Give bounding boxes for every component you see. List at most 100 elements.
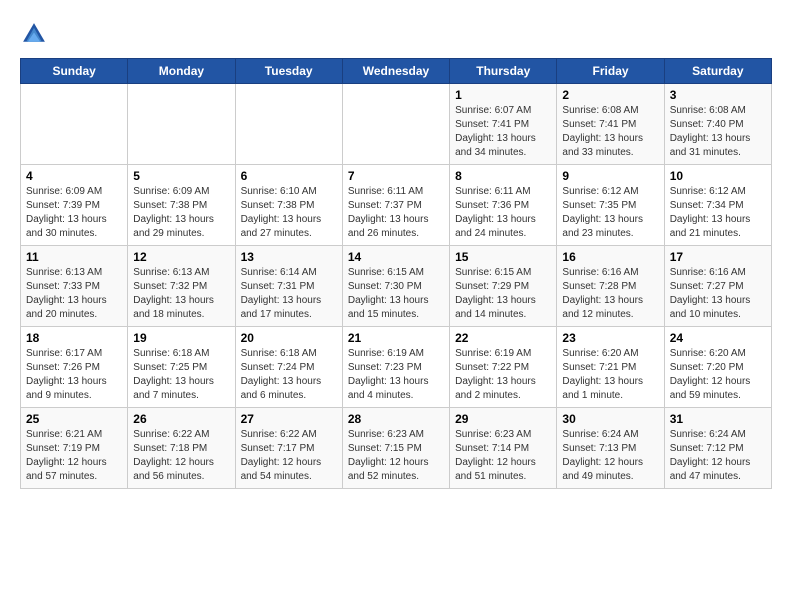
day-number: 7 bbox=[348, 169, 444, 183]
calendar-cell: 19 Sunrise: 6:18 AMSunset: 7:25 PMDayligh… bbox=[128, 327, 235, 408]
day-number: 12 bbox=[133, 250, 229, 264]
calendar-cell bbox=[21, 84, 128, 165]
calendar-cell: 22 Sunrise: 6:19 AMSunset: 7:22 PMDayligh… bbox=[450, 327, 557, 408]
day-info: Sunrise: 6:13 AMSunset: 7:33 PMDaylight:… bbox=[26, 266, 122, 322]
day-number: 20 bbox=[241, 331, 337, 345]
calendar-cell: 17Sunrise: 6:16 AMSunset: 7:27 PMDayligh… bbox=[664, 246, 771, 327]
calendar-header: SundayMondayTuesdayWednesdayThursdayFrid… bbox=[21, 59, 772, 84]
day-number: 30 bbox=[562, 412, 658, 426]
day-number: 14 bbox=[348, 250, 444, 264]
day-number: 3 bbox=[670, 88, 766, 102]
logo-icon bbox=[20, 20, 48, 48]
day-number: 13 bbox=[241, 250, 337, 264]
day-number: 2 bbox=[562, 88, 658, 102]
calendar-cell: 13 Sunrise: 6:14 AMSunset: 7:31 PMDayligh… bbox=[235, 246, 342, 327]
day-number: 8 bbox=[455, 169, 551, 183]
calendar-cell: 18 Sunrise: 6:17 AMSunset: 7:26 PMDayligh… bbox=[21, 327, 128, 408]
calendar-week-row: 4 Sunrise: 6:09 AMSunset: 7:39 PMDaylight… bbox=[21, 165, 772, 246]
day-number: 10 bbox=[670, 169, 766, 183]
calendar-cell: 4 Sunrise: 6:09 AMSunset: 7:39 PMDaylight… bbox=[21, 165, 128, 246]
calendar-cell: 24 Sunrise: 6:20 AMSunset: 7:20 PMDayligh… bbox=[664, 327, 771, 408]
calendar-cell: 6 Sunrise: 6:10 AMSunset: 7:38 PMDaylight… bbox=[235, 165, 342, 246]
day-info: Sunrise: 6:16 AMSunset: 7:27 PMDaylight:… bbox=[670, 266, 766, 322]
day-number: 19 bbox=[133, 331, 229, 345]
calendar-cell: 2 Sunrise: 6:08 AMSunset: 7:41 PMDaylight… bbox=[557, 84, 664, 165]
day-number: 9 bbox=[562, 169, 658, 183]
day-info: Sunrise: 6:18 AMSunset: 7:25 PMDaylight:… bbox=[133, 347, 229, 403]
calendar-cell: 1Sunrise: 6:07 AMSunset: 7:41 PMDaylight… bbox=[450, 84, 557, 165]
day-number: 4 bbox=[26, 169, 122, 183]
weekday-header: Wednesday bbox=[342, 59, 449, 84]
calendar-cell: 20 Sunrise: 6:18 AMSunset: 7:24 PMDayligh… bbox=[235, 327, 342, 408]
day-info: Sunrise: 6:20 AMSunset: 7:20 PMDaylight:… bbox=[670, 347, 766, 403]
calendar-cell bbox=[235, 84, 342, 165]
calendar-body: 1Sunrise: 6:07 AMSunset: 7:41 PMDaylight… bbox=[21, 84, 772, 489]
weekday-header: Thursday bbox=[450, 59, 557, 84]
day-info: Sunrise: 6:17 AMSunset: 7:26 PMDaylight:… bbox=[26, 347, 122, 403]
page-header bbox=[20, 20, 772, 48]
calendar-cell: 21 Sunrise: 6:19 AMSunset: 7:23 PMDayligh… bbox=[342, 327, 449, 408]
day-info: Sunrise: 6:19 AMSunset: 7:22 PMDaylight:… bbox=[455, 347, 551, 403]
calendar-cell: 11 Sunrise: 6:13 AMSunset: 7:33 PMDayligh… bbox=[21, 246, 128, 327]
day-number: 15 bbox=[455, 250, 551, 264]
calendar-cell: 9 Sunrise: 6:12 AMSunset: 7:35 PMDaylight… bbox=[557, 165, 664, 246]
calendar-cell: 16 Sunrise: 6:16 AMSunset: 7:28 PMDayligh… bbox=[557, 246, 664, 327]
day-info: Sunrise: 6:10 AMSunset: 7:38 PMDaylight:… bbox=[241, 185, 337, 241]
calendar-cell: 15 Sunrise: 6:15 AMSunset: 7:29 PMDayligh… bbox=[450, 246, 557, 327]
day-info: Sunrise: 6:23 AMSunset: 7:14 PMDaylight:… bbox=[455, 428, 551, 484]
day-number: 25 bbox=[26, 412, 122, 426]
weekday-header: Monday bbox=[128, 59, 235, 84]
day-info: Sunrise: 6:08 AMSunset: 7:41 PMDaylight:… bbox=[562, 104, 658, 160]
weekday-header: Friday bbox=[557, 59, 664, 84]
day-info: Sunrise: 6:15 AMSunset: 7:29 PMDaylight:… bbox=[455, 266, 551, 322]
day-info: Sunrise: 6:12 AMSunset: 7:35 PMDaylight:… bbox=[562, 185, 658, 241]
day-info: Sunrise: 6:24 AMSunset: 7:12 PMDaylight:… bbox=[670, 428, 766, 484]
calendar-cell: 31Sunrise: 6:24 AMSunset: 7:12 PMDayligh… bbox=[664, 408, 771, 489]
day-number: 28 bbox=[348, 412, 444, 426]
calendar-cell: 3 Sunrise: 6:08 AMSunset: 7:40 PMDaylight… bbox=[664, 84, 771, 165]
day-number: 24 bbox=[670, 331, 766, 345]
day-number: 18 bbox=[26, 331, 122, 345]
day-info: Sunrise: 6:18 AMSunset: 7:24 PMDaylight:… bbox=[241, 347, 337, 403]
calendar-week-row: 1Sunrise: 6:07 AMSunset: 7:41 PMDaylight… bbox=[21, 84, 772, 165]
day-number: 16 bbox=[562, 250, 658, 264]
calendar-cell: 25Sunrise: 6:21 AMSunset: 7:19 PMDayligh… bbox=[21, 408, 128, 489]
day-info: Sunrise: 6:22 AMSunset: 7:18 PMDaylight:… bbox=[133, 428, 229, 484]
calendar-cell: 10 Sunrise: 6:12 AMSunset: 7:34 PMDayligh… bbox=[664, 165, 771, 246]
calendar-cell bbox=[128, 84, 235, 165]
day-info: Sunrise: 6:09 AMSunset: 7:39 PMDaylight:… bbox=[26, 185, 122, 241]
day-info: Sunrise: 6:15 AMSunset: 7:30 PMDaylight:… bbox=[348, 266, 444, 322]
day-number: 27 bbox=[241, 412, 337, 426]
day-info: Sunrise: 6:24 AMSunset: 7:13 PMDaylight:… bbox=[562, 428, 658, 484]
calendar-cell: 14 Sunrise: 6:15 AMSunset: 7:30 PMDayligh… bbox=[342, 246, 449, 327]
day-info: Sunrise: 6:19 AMSunset: 7:23 PMDaylight:… bbox=[348, 347, 444, 403]
day-info: Sunrise: 6:09 AMSunset: 7:38 PMDaylight:… bbox=[133, 185, 229, 241]
day-number: 5 bbox=[133, 169, 229, 183]
calendar-week-row: 25Sunrise: 6:21 AMSunset: 7:19 PMDayligh… bbox=[21, 408, 772, 489]
weekday-header: Tuesday bbox=[235, 59, 342, 84]
calendar-cell: 27Sunrise: 6:22 AMSunset: 7:17 PMDayligh… bbox=[235, 408, 342, 489]
logo bbox=[20, 20, 52, 48]
calendar-cell: 7Sunrise: 6:11 AMSunset: 7:37 PMDaylight… bbox=[342, 165, 449, 246]
day-info: Sunrise: 6:20 AMSunset: 7:21 PMDaylight:… bbox=[562, 347, 658, 403]
day-number: 11 bbox=[26, 250, 122, 264]
day-number: 22 bbox=[455, 331, 551, 345]
calendar-cell: 28Sunrise: 6:23 AMSunset: 7:15 PMDayligh… bbox=[342, 408, 449, 489]
day-info: Sunrise: 6:12 AMSunset: 7:34 PMDaylight:… bbox=[670, 185, 766, 241]
day-number: 6 bbox=[241, 169, 337, 183]
calendar-cell bbox=[342, 84, 449, 165]
day-info: Sunrise: 6:16 AMSunset: 7:28 PMDaylight:… bbox=[562, 266, 658, 322]
day-info: Sunrise: 6:08 AMSunset: 7:40 PMDaylight:… bbox=[670, 104, 766, 160]
day-info: Sunrise: 6:14 AMSunset: 7:31 PMDaylight:… bbox=[241, 266, 337, 322]
day-info: Sunrise: 6:07 AMSunset: 7:41 PMDaylight:… bbox=[455, 104, 551, 160]
day-info: Sunrise: 6:11 AMSunset: 7:36 PMDaylight:… bbox=[455, 185, 551, 241]
calendar-cell: 5 Sunrise: 6:09 AMSunset: 7:38 PMDaylight… bbox=[128, 165, 235, 246]
day-number: 26 bbox=[133, 412, 229, 426]
day-number: 23 bbox=[562, 331, 658, 345]
calendar-cell: 23 Sunrise: 6:20 AMSunset: 7:21 PMDayligh… bbox=[557, 327, 664, 408]
weekday-row: SundayMondayTuesdayWednesdayThursdayFrid… bbox=[21, 59, 772, 84]
calendar-cell: 8 Sunrise: 6:11 AMSunset: 7:36 PMDaylight… bbox=[450, 165, 557, 246]
weekday-header: Saturday bbox=[664, 59, 771, 84]
day-number: 21 bbox=[348, 331, 444, 345]
calendar-week-row: 18 Sunrise: 6:17 AMSunset: 7:26 PMDayligh… bbox=[21, 327, 772, 408]
